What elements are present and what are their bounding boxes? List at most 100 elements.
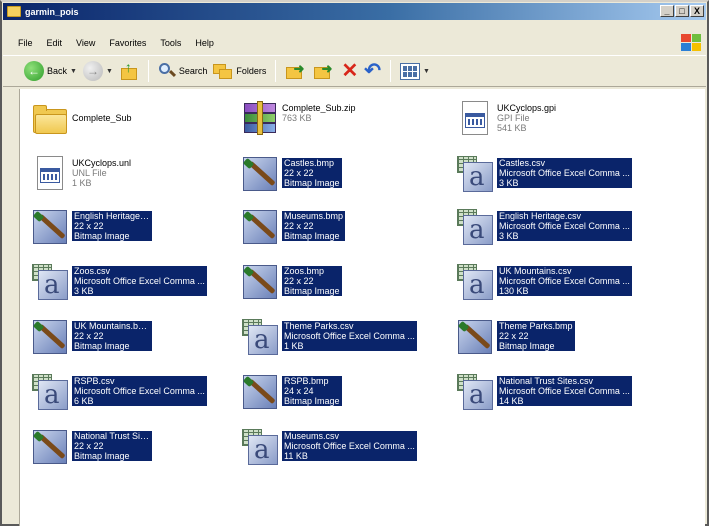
move-to-button[interactable]: ➜ bbox=[282, 58, 310, 84]
file-detail: Bitmap Image bbox=[284, 286, 340, 296]
file-item[interactable]: English Heritage.bmp22 x 22Bitmap Image bbox=[30, 207, 152, 247]
file-detail: Microsoft Office Excel Comma ... bbox=[74, 386, 205, 396]
file-item[interactable]: a UK Mountains.csv Microsoft Office Excel … bbox=[455, 262, 632, 302]
toolbar-separator bbox=[389, 60, 391, 82]
menu-tools[interactable]: Tools bbox=[153, 38, 188, 48]
file-detail: Microsoft Office Excel Comma ... bbox=[284, 441, 415, 451]
file-info: Castles.csv Microsoft Office Excel Comma … bbox=[497, 158, 632, 188]
forward-button[interactable]: → ▼ bbox=[80, 58, 116, 84]
move-to-icon: ➜ bbox=[285, 61, 307, 81]
file-item[interactable]: RSPB.bmp 24 x 24 Bitmap Image bbox=[240, 372, 342, 412]
file-item[interactable]: UKCyclops.gpi GPI File 541 KB bbox=[455, 99, 556, 139]
back-button[interactable]: ← Back ▼ bbox=[21, 58, 80, 84]
file-info: RSPB.bmp 24 x 24 Bitmap Image bbox=[282, 376, 342, 406]
file-name: Complete_Sub.zip bbox=[282, 103, 356, 113]
folder-icon bbox=[30, 99, 70, 139]
file-list-pane[interactable]: Complete_Sub Complete_Sub.zip 763 KB UKCycl… bbox=[19, 89, 705, 526]
bitmap-image-icon bbox=[455, 317, 495, 357]
search-label: Search bbox=[178, 66, 208, 76]
minimize-button[interactable]: _ bbox=[660, 5, 674, 17]
file-item[interactable]: a National Trust Sites.csv Microsoft Offic… bbox=[455, 372, 632, 412]
file-info: UKCyclops.gpi GPI File 541 KB bbox=[497, 103, 556, 133]
undo-button[interactable]: ↶ bbox=[361, 58, 384, 84]
file-info: English Heritage.csv Microsoft Office Exc… bbox=[497, 211, 632, 241]
bitmap-image-icon bbox=[240, 372, 280, 412]
menu-file[interactable]: File bbox=[11, 38, 40, 48]
close-button[interactable]: X bbox=[690, 5, 704, 17]
file-name: Zoos.bmp bbox=[284, 266, 325, 276]
file-info: Zoos.csv Microsoft Office Excel Comma ...… bbox=[72, 266, 207, 296]
file-item[interactable]: a Zoos.csv Microsoft Office Excel Comma ..… bbox=[30, 262, 207, 302]
menu-edit[interactable]: Edit bbox=[40, 38, 70, 48]
file-info: Complete_Sub.zip 763 KB bbox=[282, 103, 356, 123]
file-name: National Trust Sites.bmp bbox=[74, 431, 150, 441]
file-info: Theme Parks.csv Microsoft Office Excel Co… bbox=[282, 321, 417, 351]
file-item[interactable]: a Museums.csv Microsoft Office Excel Comma… bbox=[240, 427, 417, 467]
file-item[interactable]: a Theme Parks.csv Microsoft Office Excel C… bbox=[240, 317, 417, 357]
excel-csv-icon: a bbox=[455, 372, 495, 412]
window-controls: _ □ X bbox=[660, 5, 704, 17]
up-button[interactable]: ↑ bbox=[116, 58, 142, 84]
bitmap-image-icon bbox=[240, 262, 280, 302]
copy-to-button[interactable]: ➜ bbox=[310, 58, 338, 84]
file-item[interactable]: a Castles.csv Microsoft Office Excel Comma… bbox=[455, 154, 632, 194]
file-detail: Microsoft Office Excel Comma ... bbox=[74, 276, 205, 286]
file-detail: 130 KB bbox=[499, 286, 529, 296]
search-icon bbox=[158, 62, 176, 80]
title-bar[interactable]: garmin_pois _ □ X bbox=[3, 3, 706, 20]
file-name: UK Mountains.csv bbox=[499, 266, 572, 276]
file-detail: 24 x 24 bbox=[284, 386, 314, 396]
file-name: UKCyclops.gpi bbox=[497, 103, 557, 113]
file-name: Zoos.csv bbox=[74, 266, 111, 276]
chevron-down-icon[interactable]: ▼ bbox=[70, 68, 77, 75]
folders-button[interactable]: Folders bbox=[210, 58, 269, 84]
menu-view[interactable]: View bbox=[69, 38, 102, 48]
menu-favorites[interactable]: Favorites bbox=[102, 38, 153, 48]
file-item[interactable]: National Trust Sites.bmp22 x 22Bitmap Im… bbox=[30, 427, 152, 467]
menu-bar: File Edit View Favorites Tools Help bbox=[3, 33, 706, 53]
menu-help[interactable]: Help bbox=[188, 38, 221, 48]
file-detail: 14 KB bbox=[499, 396, 524, 406]
file-item[interactable]: Museums.bmp 22 x 22 Bitmap Image bbox=[240, 207, 346, 247]
search-button[interactable]: Search bbox=[155, 58, 211, 84]
file-item[interactable]: Theme Parks.bmp 22 x 22 Bitmap Image bbox=[455, 317, 575, 357]
file-detail: 3 KB bbox=[499, 178, 519, 188]
file-info: Theme Parks.bmp 22 x 22 Bitmap Image bbox=[497, 321, 575, 351]
file-info: National Trust Sites.bmp22 x 22Bitmap Im… bbox=[72, 431, 152, 461]
file-item[interactable]: UK Mountains.bmp 22 x 22 Bitmap Image bbox=[30, 317, 152, 357]
toolbar-separator bbox=[275, 60, 277, 82]
views-icon bbox=[399, 62, 420, 80]
bitmap-image-icon bbox=[30, 207, 70, 247]
file-detail: 22 x 22 bbox=[74, 441, 104, 451]
file-detail: 22 x 22 bbox=[74, 221, 104, 231]
copy-to-icon: ➜ bbox=[313, 61, 335, 81]
file-detail: Microsoft Office Excel Comma ... bbox=[499, 386, 630, 396]
file-detail: Bitmap Image bbox=[74, 231, 130, 241]
chevron-down-icon[interactable]: ▼ bbox=[423, 68, 430, 75]
file-item[interactable]: Complete_Sub.zip 763 KB bbox=[240, 99, 356, 139]
file-item[interactable]: Castles.bmp 22 x 22 Bitmap Image bbox=[240, 154, 342, 194]
excel-csv-icon: a bbox=[30, 262, 70, 302]
file-item[interactable]: Zoos.bmp 22 x 22 Bitmap Image bbox=[240, 262, 342, 302]
file-info: UKCyclops.unl UNL File 1 KB bbox=[72, 158, 131, 188]
file-item[interactable]: a RSPB.csv Microsoft Office Excel Comma ..… bbox=[30, 372, 207, 412]
file-name: Castles.bmp bbox=[284, 158, 335, 168]
file-item[interactable]: a English Heritage.csv Microsoft Office Ex… bbox=[455, 207, 632, 247]
views-button[interactable]: ▼ bbox=[397, 58, 433, 84]
file-item[interactable]: UKCyclops.unl UNL File 1 KB bbox=[30, 154, 131, 194]
file-detail: 22 x 22 bbox=[499, 331, 529, 341]
excel-csv-icon: a bbox=[240, 317, 280, 357]
folders-label: Folders bbox=[236, 66, 267, 76]
file-detail: Bitmap Image bbox=[74, 341, 130, 351]
maximize-button[interactable]: □ bbox=[675, 5, 689, 17]
file-item[interactable]: Complete_Sub bbox=[30, 99, 132, 139]
chevron-down-icon[interactable]: ▼ bbox=[106, 68, 113, 75]
toolbar-separator bbox=[147, 60, 149, 82]
bitmap-image-icon bbox=[240, 207, 280, 247]
file-info: RSPB.csv Microsoft Office Excel Comma ...… bbox=[72, 376, 207, 406]
delete-button[interactable]: ✕ bbox=[338, 58, 361, 84]
file-detail: 22 x 22 bbox=[284, 276, 314, 286]
file-detail: 3 KB bbox=[499, 231, 519, 241]
file-name: National Trust Sites.csv bbox=[499, 376, 594, 386]
file-detail: Bitmap Image bbox=[284, 178, 340, 188]
